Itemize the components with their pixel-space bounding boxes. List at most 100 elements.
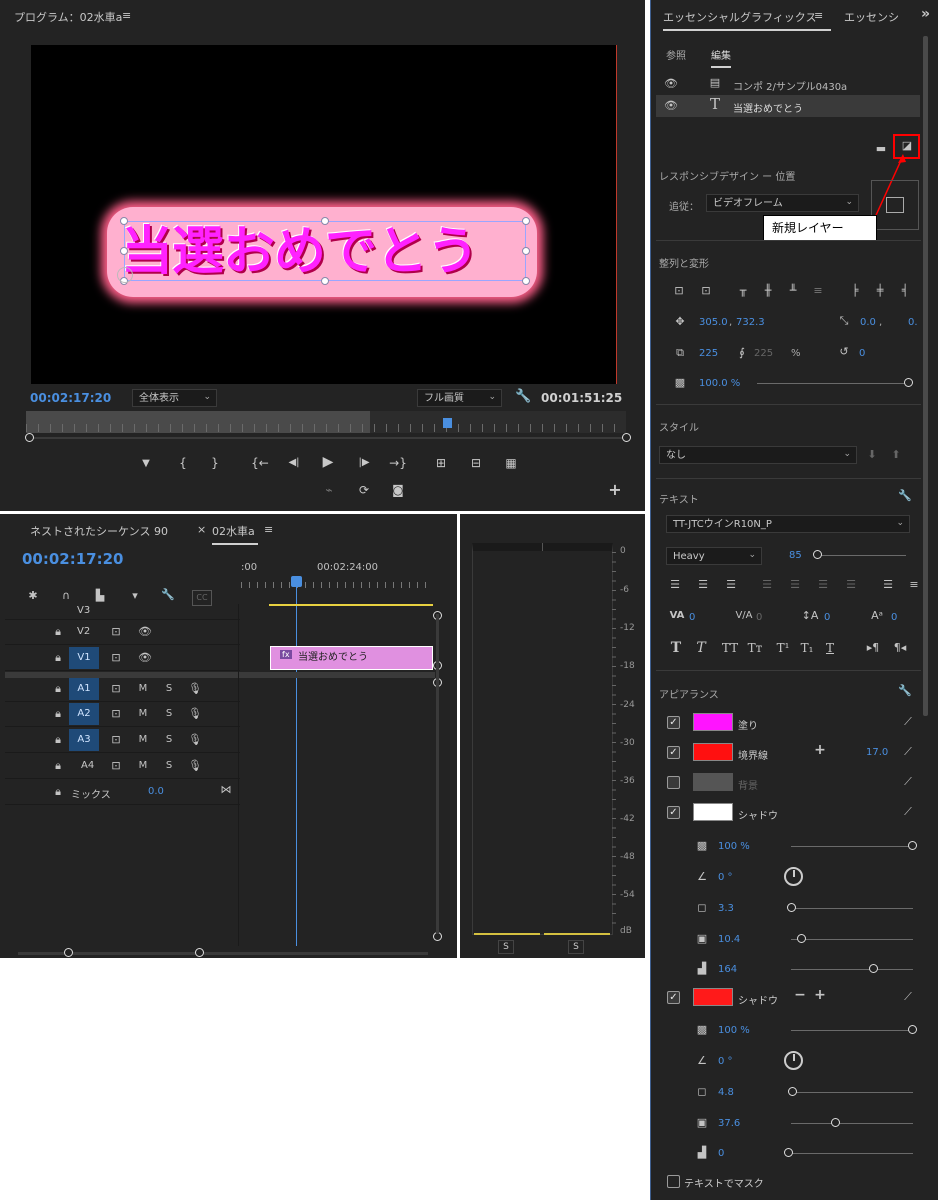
align-middle-icon[interactable]: ╫ (759, 284, 777, 298)
shadow1-opacity[interactable]: 100 % (718, 841, 750, 852)
tab-nested-sequence[interactable]: ネストされたシーケンス 90 (30, 523, 168, 539)
shadow1-distance-slider[interactable] (791, 908, 913, 909)
eyedropper-icon[interactable]: ⟋ (901, 745, 915, 759)
solo-button[interactable]: S (163, 759, 175, 773)
shadow2-blur-slider[interactable] (791, 1153, 913, 1154)
align-text-center-icon[interactable]: ☰ (695, 578, 711, 592)
mark-in-button[interactable]: { (173, 455, 193, 471)
solo-button[interactable]: S (163, 707, 175, 721)
tab-close-icon[interactable]: × (197, 523, 206, 536)
stroke-checkbox[interactable]: ✓ (667, 746, 680, 759)
shadow2-checkbox[interactable]: ✓ (667, 991, 680, 1004)
timeline-settings-icon[interactable]: 🔧 (160, 588, 176, 602)
eyedropper-icon[interactable]: ⟋ (901, 805, 915, 819)
export-frame-button[interactable]: ▦ (501, 455, 521, 471)
shadow1-color-swatch[interactable] (693, 803, 733, 821)
mute-button[interactable]: M (137, 707, 149, 721)
font-size-value[interactable]: 85 (789, 550, 802, 561)
lock-icon[interactable]: 🔒︎ (52, 625, 64, 639)
microphone-icon[interactable]: 🎙︎ (188, 707, 202, 721)
scrub-end-handle[interactable] (622, 433, 631, 442)
scrub-line[interactable] (28, 437, 628, 439)
source-patch-a1[interactable]: A1 (69, 678, 99, 700)
lock-icon[interactable]: 🔒︎ (52, 707, 64, 721)
pin-to-dropdown[interactable]: ビデオフレーム ⌄ (706, 194, 859, 212)
mute-button[interactable]: M (137, 759, 149, 773)
underline-icon[interactable]: T (823, 641, 837, 655)
comparison-view-icon[interactable]: ⌁ (319, 482, 339, 498)
layer-item[interactable]: 👁︎ ▤ コンポ 2/サンプル0430a (656, 73, 920, 95)
sync-lock-icon[interactable]: ⊡ (109, 682, 123, 696)
solo-button[interactable]: S (163, 682, 175, 696)
opacity-value[interactable]: 100.0 % (699, 378, 740, 389)
shadow2-opacity-knob[interactable] (908, 1025, 917, 1034)
text-bounding-box[interactable] (124, 221, 526, 281)
shadow2-size-slider[interactable] (791, 1123, 913, 1124)
bbox-handle-br[interactable] (522, 277, 530, 285)
sync-lock-icon[interactable]: ⊡ (109, 651, 123, 665)
add-marker-icon[interactable]: ▾ (127, 589, 143, 603)
wrench-icon[interactable]: 🔧 (898, 684, 912, 698)
program-menu-icon[interactable]: ≡ (122, 9, 131, 22)
timeline-menu-icon[interactable]: ≡ (264, 523, 273, 536)
eye-icon[interactable]: 👁︎ (138, 625, 152, 639)
timeline-ruler[interactable] (241, 582, 433, 588)
source-patch-a3[interactable]: A3 (69, 729, 99, 751)
button-editor-icon[interactable]: + (605, 482, 625, 498)
shadow1-blur-knob[interactable] (869, 964, 878, 973)
background-checkbox[interactable] (667, 776, 680, 789)
wrench-icon[interactable]: 🔧 (515, 389, 531, 404)
go-to-in-button[interactable]: {← (250, 455, 270, 471)
position-y[interactable]: 732.3 (736, 317, 765, 328)
shadow2-color-swatch[interactable] (693, 988, 733, 1006)
scale-locked-value[interactable]: 225 (754, 348, 773, 359)
justify-last-center-icon[interactable]: ☰ (787, 578, 803, 592)
mark-out-button[interactable]: } (205, 455, 225, 471)
lock-icon[interactable]: 🔒︎ (52, 785, 64, 799)
style-dropdown[interactable]: なし ⌄ (659, 446, 857, 464)
lock-icon[interactable]: 🔒︎ (52, 759, 64, 773)
mix-value[interactable]: 0.0 (148, 786, 164, 797)
shadow2-blur-knob[interactable] (784, 1148, 793, 1157)
go-to-out-button[interactable]: →} (388, 455, 408, 471)
timeline-timecode[interactable]: 00:02:17:20 (22, 550, 124, 568)
microphone-icon[interactable]: 🎙︎ (188, 682, 202, 696)
align-center-icon[interactable]: ╪ (871, 284, 889, 298)
shadow2-distance-slider[interactable] (791, 1092, 913, 1093)
bbox-handle-tr[interactable] (522, 217, 530, 225)
remove-shadow-button[interactable]: − (793, 988, 807, 1002)
step-forward-button[interactable]: |▶ (354, 455, 374, 471)
shadow2-size-knob[interactable] (831, 1118, 840, 1127)
lock-icon[interactable]: 🔒︎ (52, 651, 64, 665)
shadow1-blur[interactable]: 164 (718, 964, 737, 975)
position-x[interactable]: 305.0 (699, 317, 728, 328)
link-icon[interactable]: ∮ (736, 346, 748, 360)
playhead-marker-icon[interactable] (443, 418, 452, 428)
shadow2-angle-dial[interactable] (784, 1051, 803, 1070)
quality-dropdown[interactable]: フル画質 ⌄ (417, 389, 502, 407)
mute-button[interactable]: M (137, 682, 149, 696)
sync-lock-icon[interactable]: ⊡ (109, 733, 123, 747)
tracking-value[interactable]: 0 (689, 612, 695, 623)
lock-icon[interactable]: 🔒︎ (52, 733, 64, 747)
layer-item-selected[interactable]: 👁︎ T 当選おめでとう (656, 95, 920, 117)
solo-right-button[interactable]: S (568, 940, 584, 954)
shadow1-opacity-knob[interactable] (908, 841, 917, 850)
add-stroke-button[interactable]: + (813, 743, 827, 757)
shadow1-size[interactable]: 10.4 (718, 934, 740, 945)
pin-diagram-center[interactable] (886, 197, 904, 213)
shadow1-size-slider[interactable] (791, 939, 913, 940)
vertical-scrollbar[interactable] (436, 614, 439, 934)
justify-last-left-icon[interactable]: ☰ (759, 578, 775, 592)
track-name[interactable]: A4 (81, 760, 94, 771)
sync-lock-icon[interactable]: ⊡ (109, 707, 123, 721)
source-patch-v1[interactable]: V1 (69, 647, 99, 669)
title-clip[interactable]: fx 当選おめでとう (270, 646, 433, 670)
shadow1-angle-dial[interactable] (784, 867, 803, 886)
shadow2-distance-knob[interactable] (788, 1087, 797, 1096)
linked-selection-icon[interactable]: ▙ (92, 589, 108, 603)
microphone-icon[interactable]: 🎙︎ (188, 759, 202, 773)
fill-checkbox[interactable]: ✓ (667, 716, 680, 729)
tab-essential-graphics[interactable]: エッセンシャルグラフィックス (663, 9, 831, 31)
eye-icon[interactable]: 👁︎ (664, 77, 678, 91)
